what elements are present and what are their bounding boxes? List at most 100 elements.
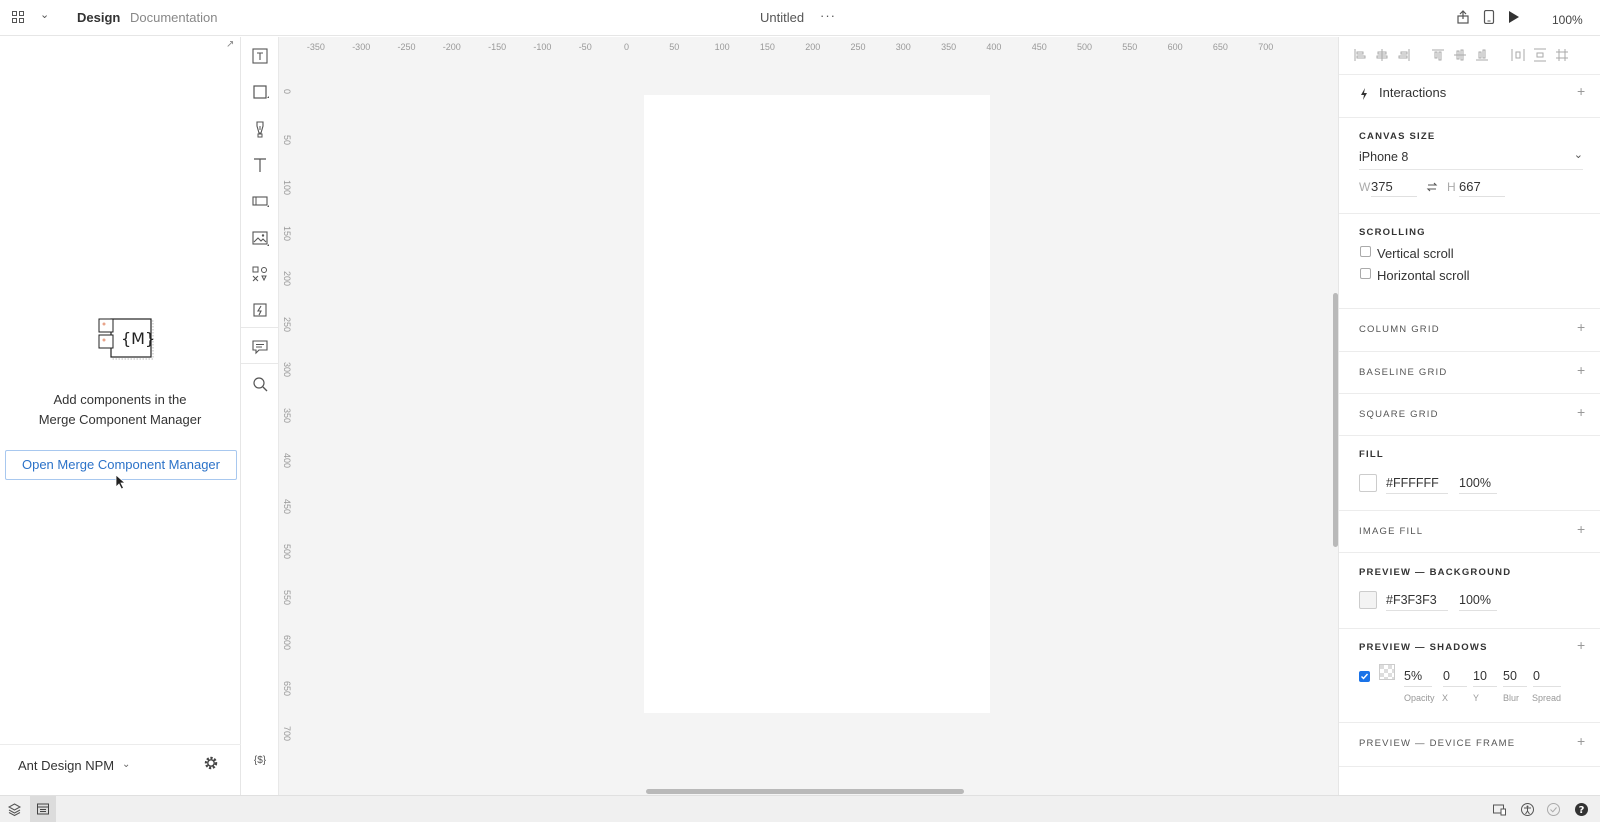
- svg-text:?: ?: [1579, 805, 1585, 816]
- horizontal-ruler: -350 -300 -250 -200 -150 -100 -50 0 50 100 150 200 2…: [279, 37, 1338, 55]
- preview-background-section: PREVIEW — BACKGROUND #F3F3F3 100%: [1339, 553, 1600, 629]
- fill-label: FILL: [1359, 449, 1384, 460]
- add-baseline-grid-plus-icon[interactable]: +: [1577, 362, 1585, 378]
- symbols-tool-icon[interactable]: [251, 265, 269, 283]
- canvas-preset-select[interactable]: iPhone 8 ⌄: [1359, 149, 1583, 170]
- swap-dimensions-icon[interactable]: [1426, 181, 1438, 193]
- tidy-grid-icon[interactable]: [1555, 48, 1569, 62]
- add-column-grid-plus-icon[interactable]: +: [1577, 319, 1585, 335]
- empty-state-message: Add components in the Merge Component Ma…: [20, 390, 220, 430]
- shadow-spread-input[interactable]: 0: [1533, 669, 1561, 687]
- tab-design[interactable]: Design: [77, 10, 120, 25]
- properties-panel: Interactions + CANVAS SIZE iPhone 8 ⌄ W …: [1338, 37, 1600, 795]
- horizontal-scrollbar[interactable]: [646, 789, 964, 794]
- pen-tool-icon[interactable]: [251, 120, 269, 138]
- play-icon[interactable]: [1508, 10, 1520, 24]
- ruler-tick-label: 100: [714, 42, 730, 52]
- mobile-preview-icon[interactable]: [1483, 10, 1495, 24]
- zoom-level[interactable]: 100%: [1552, 13, 1583, 27]
- code-variables-icon[interactable]: {$}: [248, 752, 272, 770]
- shadow-opacity-input[interactable]: 5%: [1404, 669, 1432, 687]
- ruler-tick-label: 400: [282, 453, 292, 469]
- comment-tool-icon[interactable]: [251, 338, 269, 356]
- ruler-tick-label: 550: [1122, 42, 1138, 52]
- toolbar-divider: [241, 327, 279, 328]
- vertical-ruler: 0 50 100 150 200 250 300 350 400 450 500 550 600 650 7…: [279, 55, 297, 795]
- distribute-vertical-icon[interactable]: [1533, 48, 1547, 62]
- preview-background-hex-input[interactable]: #F3F3F3: [1386, 593, 1448, 611]
- components-tab-active[interactable]: [30, 796, 56, 822]
- ruler-tick-label: -150: [488, 42, 507, 52]
- preview-background-opacity-input[interactable]: 100%: [1459, 593, 1497, 611]
- horizontal-scroll-checkbox[interactable]: [1360, 268, 1371, 279]
- more-options-icon[interactable]: ···: [820, 8, 836, 23]
- tab-documentation[interactable]: Documentation: [130, 10, 217, 25]
- ruler-tick-label: 0: [624, 42, 630, 52]
- canvas-size-label: CANVAS SIZE: [1359, 131, 1436, 142]
- align-bottom-icon[interactable]: [1475, 48, 1489, 62]
- check-circle-icon[interactable]: [1546, 802, 1561, 817]
- artboard[interactable]: [644, 95, 990, 713]
- expand-arrow-icon[interactable]: ↗: [226, 39, 234, 50]
- image-tool-icon[interactable]: [251, 229, 269, 247]
- text-tool-icon[interactable]: [251, 156, 269, 174]
- shadow-enabled-checkbox[interactable]: [1359, 671, 1370, 682]
- add-square-grid-plus-icon[interactable]: +: [1577, 404, 1585, 420]
- add-image-fill-plus-icon[interactable]: +: [1577, 521, 1585, 537]
- component-tool-icon[interactable]: [251, 192, 269, 210]
- vertical-scroll-checkbox[interactable]: [1360, 246, 1371, 257]
- gear-icon[interactable]: [203, 755, 219, 771]
- column-grid-section: COLUMN GRID +: [1339, 309, 1600, 352]
- horizontal-scroll-label: Horizontal scroll: [1377, 268, 1470, 283]
- preview-background-swatch[interactable]: [1359, 591, 1377, 609]
- checkmark-icon: [1361, 673, 1369, 680]
- distribute-horizontal-icon[interactable]: [1511, 48, 1525, 62]
- grid-menu-icon[interactable]: [12, 11, 24, 23]
- fill-color-swatch[interactable]: [1359, 474, 1377, 492]
- align-left-icon[interactable]: [1353, 48, 1367, 62]
- ruler-tick-label: -100: [533, 42, 552, 52]
- chevron-down-icon[interactable]: ⌄: [122, 759, 130, 770]
- shadow-blur-input[interactable]: 50: [1503, 669, 1527, 687]
- text-box-tool-icon[interactable]: [251, 47, 269, 65]
- shadow-spread-caption: Spread: [1532, 693, 1562, 703]
- canvas-area[interactable]: -350 -300 -250 -200 -150 -100 -50 0 50 100 150 200 2…: [279, 37, 1338, 795]
- align-middle-icon[interactable]: [1453, 48, 1467, 62]
- ruler-tick-label: 450: [1031, 42, 1047, 52]
- document-title[interactable]: Untitled: [760, 10, 804, 25]
- add-shadow-plus-icon[interactable]: +: [1577, 637, 1585, 653]
- responsive-preview-icon[interactable]: [1492, 802, 1507, 817]
- ruler-tick-label: 550: [282, 589, 292, 605]
- add-interaction-plus-icon[interactable]: +: [1577, 83, 1585, 99]
- shadow-color-swatch[interactable]: [1379, 664, 1395, 680]
- add-device-frame-plus-icon[interactable]: +: [1577, 733, 1585, 749]
- height-input[interactable]: 667: [1459, 179, 1505, 197]
- shadow-y-input[interactable]: 10: [1473, 669, 1497, 687]
- ruler-tick-label: 700: [1258, 42, 1274, 52]
- share-icon[interactable]: [1456, 10, 1470, 24]
- components-panel: ↗ {M} Add components in the Merge Compon…: [0, 37, 241, 795]
- empty-state-line-2: Merge Component Manager: [38, 412, 202, 427]
- fill-opacity-input[interactable]: 100%: [1459, 476, 1497, 494]
- ruler-tick-label: 500: [282, 544, 292, 560]
- chevron-down-icon: ⌄: [1573, 149, 1583, 161]
- align-right-icon[interactable]: [1397, 48, 1411, 62]
- align-center-horizontal-icon[interactable]: [1375, 48, 1389, 62]
- help-icon[interactable]: ?: [1574, 802, 1589, 817]
- ruler-tick-label: 300: [282, 362, 292, 378]
- empty-state-line-1: Add components in the: [53, 392, 187, 407]
- accessibility-icon[interactable]: [1520, 802, 1535, 817]
- components-library-icon: [37, 803, 49, 815]
- fill-hex-input[interactable]: #FFFFFF: [1386, 476, 1448, 494]
- rectangle-tool-icon[interactable]: [251, 83, 269, 101]
- interaction-tool-icon[interactable]: [251, 301, 269, 319]
- layers-icon[interactable]: [7, 802, 22, 817]
- shadow-x-input[interactable]: 0: [1443, 669, 1467, 687]
- align-top-icon[interactable]: [1431, 48, 1445, 62]
- ruler-tick-label: -200: [442, 42, 461, 52]
- search-icon[interactable]: [251, 375, 269, 393]
- chevron-down-icon[interactable]: ⌄: [40, 10, 49, 21]
- width-input[interactable]: 375: [1371, 179, 1417, 197]
- image-fill-label: IMAGE FILL: [1359, 526, 1424, 537]
- library-selector[interactable]: Ant Design NPM: [18, 758, 114, 773]
